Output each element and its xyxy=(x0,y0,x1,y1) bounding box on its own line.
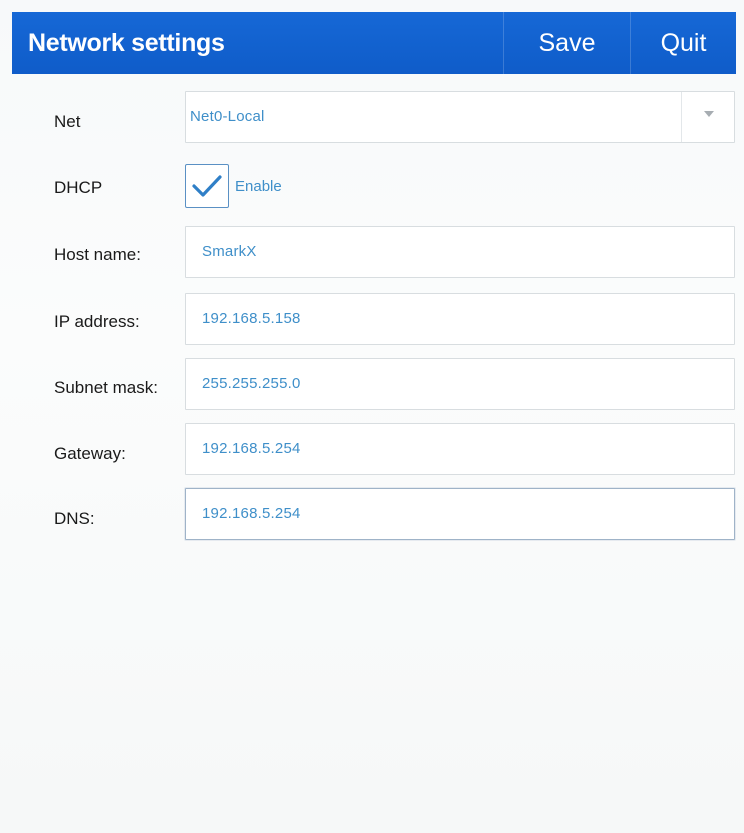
dns-label: DNS: xyxy=(54,509,95,528)
chevron-down-icon[interactable] xyxy=(704,111,714,117)
page-title: Network settings xyxy=(28,29,225,57)
net-selected-value: Net0-Local xyxy=(190,108,265,125)
host-name-field[interactable]: SmarkX xyxy=(185,226,735,278)
net-label: Net xyxy=(54,112,81,131)
ip-address-field[interactable]: 192.168.5.158 xyxy=(185,293,735,345)
ip-address-label: IP address: xyxy=(54,312,140,331)
select-divider xyxy=(681,92,682,142)
ip-address-value: 192.168.5.158 xyxy=(202,310,301,327)
save-button[interactable]: Save xyxy=(504,12,630,74)
host-name-label: Host name: xyxy=(54,245,141,264)
gateway-value: 192.168.5.254 xyxy=(202,440,301,457)
dhcp-label: DHCP xyxy=(54,178,103,197)
subnet-mask-value: 255.255.255.0 xyxy=(202,375,301,392)
dns-value: 192.168.5.254 xyxy=(202,505,301,522)
quit-button[interactable]: Quit xyxy=(631,12,736,74)
checkmark-icon xyxy=(192,175,222,197)
gateway-label: Gateway: xyxy=(54,444,126,463)
subnet-mask-field[interactable]: 255.255.255.0 xyxy=(185,358,735,410)
host-name-value: SmarkX xyxy=(202,243,257,260)
title-bar: Network settings Save Quit xyxy=(12,12,736,74)
dns-field[interactable]: 192.168.5.254 xyxy=(185,488,735,540)
subnet-mask-label: Subnet mask: xyxy=(54,378,158,397)
dhcp-checkbox[interactable] xyxy=(185,164,229,208)
gateway-field[interactable]: 192.168.5.254 xyxy=(185,423,735,475)
network-settings-screen: Network settings Save Quit Net Net0-Loca… xyxy=(0,0,744,833)
net-select[interactable]: Net0-Local xyxy=(185,91,735,143)
dhcp-enable-label[interactable]: Enable xyxy=(235,178,282,195)
